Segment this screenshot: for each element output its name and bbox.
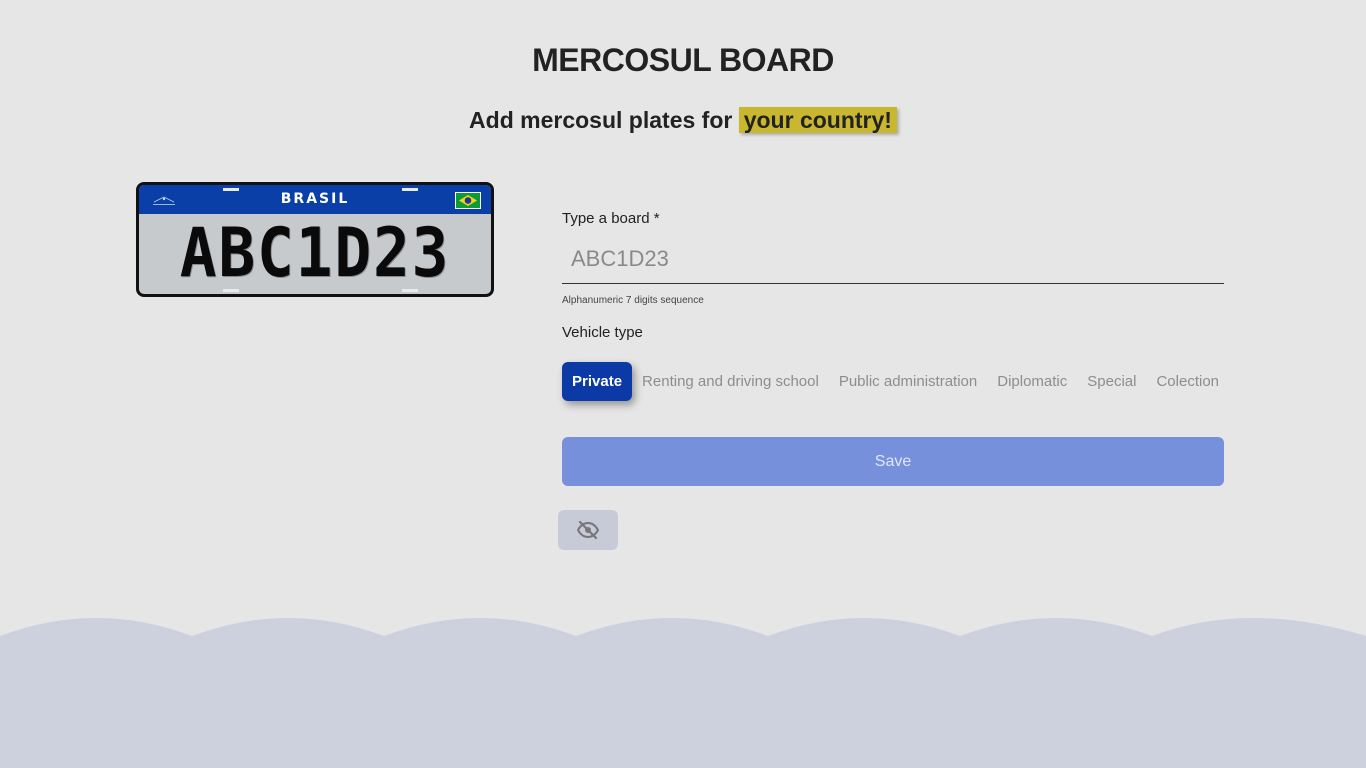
board-helper-text: Alphanumeric 7 digits sequence [562, 295, 704, 306]
license-plate-preview: BRASIL ABC1D23 [136, 182, 494, 297]
vehicle-type-diplomatic[interactable]: Diplomatic [987, 362, 1077, 401]
board-input[interactable] [562, 240, 1224, 278]
board-input-wrapper [562, 240, 1224, 284]
subtitle-text: Add mercosul plates for [469, 107, 733, 133]
plate-number: ABC1D23 [179, 214, 451, 293]
brazil-flag-icon [455, 192, 481, 209]
visibility-toggle-button[interactable] [558, 510, 618, 550]
vehicle-type-options: Private Renting and driving school Publi… [562, 362, 1229, 401]
vehicle-type-label: Vehicle type [562, 324, 643, 341]
plate-rivet [402, 188, 418, 191]
board-field-label: Type a board * [562, 210, 660, 227]
vehicle-type-private[interactable]: Private [562, 362, 633, 401]
vehicle-type-renting[interactable]: Renting and driving school [632, 362, 829, 401]
vehicle-type-colection[interactable]: Colection [1146, 362, 1229, 401]
subtitle-highlight: your country! [738, 107, 897, 133]
plate-rivet [223, 188, 239, 191]
plate-country: BRASIL [280, 191, 350, 207]
save-button[interactable]: Save [562, 437, 1224, 486]
page-subtitle: Add mercosul plates for your country! [0, 103, 1366, 137]
vehicle-type-special[interactable]: Special [1077, 362, 1146, 401]
eye-slash-icon [577, 521, 599, 539]
vehicle-type-public-administration[interactable]: Public administration [829, 362, 987, 401]
decorative-waves [0, 618, 1366, 768]
page-title: MERCOSUL BOARD [532, 42, 834, 78]
